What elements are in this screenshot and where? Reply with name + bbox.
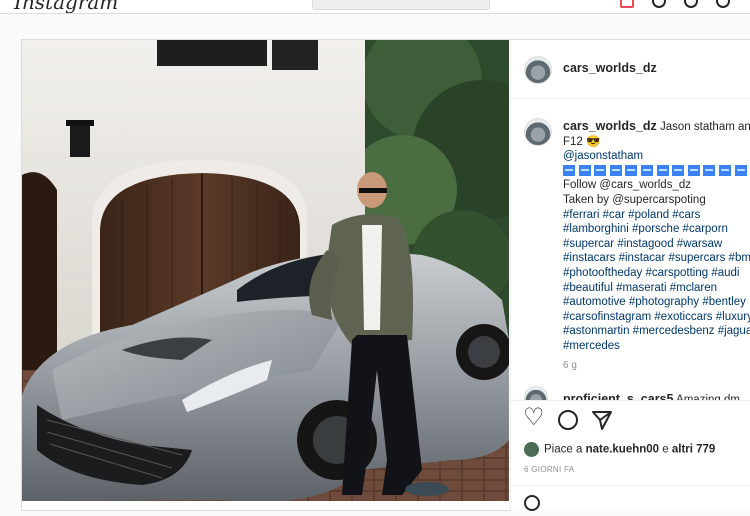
likes-others-count[interactable]: altri 779 bbox=[672, 444, 715, 456]
profile-icon[interactable] bbox=[716, 0, 730, 8]
post-author-username[interactable]: cars_worlds_dz bbox=[563, 61, 657, 75]
likes-prefix: Piace a bbox=[544, 443, 586, 456]
hashtag-line[interactable]: #astonmartin #mercedesbenz #jaguar bbox=[563, 324, 750, 339]
post-actions: Piace a nate.kuehn00 e altri 779 6 GIORN… bbox=[511, 400, 750, 511]
author-avatar[interactable] bbox=[524, 56, 552, 84]
top-navigation-bar: Instagram bbox=[0, 0, 750, 14]
caption-emoji-row bbox=[563, 164, 750, 179]
post-caption: cars_worlds_dz Jason statham and his F12… bbox=[563, 119, 750, 354]
hashtag-line[interactable]: #carsofinstagram #exoticcars #luxury bbox=[563, 310, 750, 325]
post-header: cars_worlds_dz bbox=[511, 40, 750, 99]
caption-author-avatar[interactable] bbox=[524, 118, 552, 146]
notification-icon[interactable] bbox=[620, 0, 634, 8]
caption-mention[interactable]: @jasonstatham bbox=[563, 149, 750, 164]
smile-icon[interactable] bbox=[524, 495, 540, 511]
post-photo[interactable] bbox=[22, 40, 509, 501]
likes-conjunction: e bbox=[659, 443, 672, 456]
post-photo-image bbox=[22, 40, 509, 501]
post-side-panel: cars_worlds_dz cars_worlds_dz Jason stat… bbox=[510, 40, 750, 511]
caption-first-line: Jason statham and his bbox=[660, 121, 750, 133]
hashtag-line[interactable]: #supercar #instagood #warsaw bbox=[563, 237, 750, 252]
hashtag-line[interactable]: #instacars #instacar #supercars #bmw bbox=[563, 251, 750, 266]
hashtag-line[interactable]: #beautiful #maserati #mclaren bbox=[563, 281, 750, 296]
caption-follow-line: Follow @cars_worlds_dz bbox=[563, 179, 691, 192]
search-input[interactable] bbox=[312, 0, 490, 10]
explore-icon[interactable] bbox=[652, 0, 666, 8]
caption-author-username[interactable]: cars_worlds_dz bbox=[563, 119, 657, 133]
hashtag-line[interactable]: #photooftheday #carspotting #audi bbox=[563, 266, 750, 281]
comment-icon[interactable] bbox=[558, 410, 578, 430]
hashtag-line[interactable]: #ferrari #car #poland #cars bbox=[563, 208, 750, 223]
caption-time: 6 g bbox=[563, 360, 577, 371]
caption-second-line: F12 😎 bbox=[563, 135, 601, 148]
hashtag-line[interactable]: #lamborghini #porsche #carporn bbox=[563, 222, 750, 237]
add-comment-bar[interactable] bbox=[511, 485, 750, 516]
post-card: cars_worlds_dz cars_worlds_dz Jason stat… bbox=[21, 39, 750, 511]
nav-icons bbox=[620, 0, 730, 8]
action-icons bbox=[523, 405, 612, 430]
hashtag-line[interactable]: #automotive #photography #bentley bbox=[563, 295, 750, 310]
liker-avatar[interactable] bbox=[524, 442, 539, 457]
post-timestamp[interactable]: 6 GIORNI FA bbox=[524, 465, 574, 474]
activity-icon[interactable] bbox=[684, 0, 698, 8]
heart-icon[interactable] bbox=[523, 405, 545, 430]
liker-username[interactable]: nate.kuehn00 bbox=[586, 444, 660, 456]
caption-taken-by: Taken by @supercarspoting bbox=[563, 193, 706, 206]
instagram-logo[interactable]: Instagram bbox=[14, 0, 118, 13]
hashtag-line[interactable]: #mercedes bbox=[563, 339, 750, 354]
share-icon[interactable] bbox=[592, 410, 612, 430]
likes-summary: Piace a nate.kuehn00 e altri 779 bbox=[524, 442, 715, 457]
